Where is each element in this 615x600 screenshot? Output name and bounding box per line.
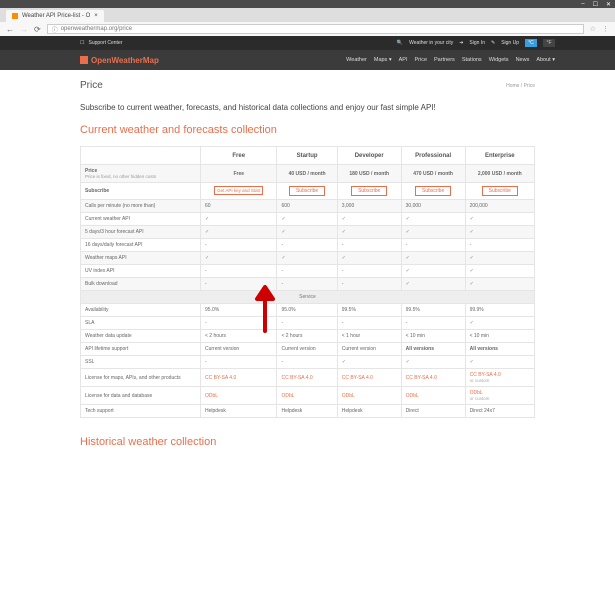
window-titlebar: – ☐ ✕ bbox=[0, 0, 615, 8]
row-price: PricePrice is fixed, no other hidden cos… bbox=[81, 165, 535, 183]
support-bar: ☐ Support Center 🔍 Weather in your city … bbox=[0, 36, 615, 50]
bookmark-icon[interactable]: ☆ bbox=[590, 25, 596, 33]
section-historical: Historical weather collection bbox=[80, 436, 535, 448]
unit-celsius-button[interactable]: °C bbox=[525, 39, 537, 47]
table-row: UV index API---✓✓ bbox=[81, 265, 535, 278]
unit-fahrenheit-button[interactable]: °F bbox=[543, 39, 555, 47]
nav-api[interactable]: API bbox=[399, 57, 408, 63]
favicon-icon bbox=[12, 13, 18, 19]
nav-about[interactable]: About ▾ bbox=[536, 57, 555, 63]
address-bar[interactable]: ⓘ openweathermap.org/price bbox=[47, 24, 584, 34]
intro-text: Subscribe to current weather, forecasts,… bbox=[80, 103, 535, 112]
subscribe-professional-button[interactable]: Subscribe bbox=[415, 186, 451, 196]
breadcrumb-home[interactable]: Home bbox=[506, 83, 519, 89]
logo-icon bbox=[80, 56, 88, 64]
table-row: Weather data update< 2 hours< 2 hours< 1… bbox=[81, 330, 535, 343]
price-startup: 40 USD / month bbox=[277, 165, 337, 183]
section-current-forecasts: Current weather and forecasts collection bbox=[80, 124, 535, 136]
subscribe-developer-button[interactable]: Subscribe bbox=[351, 186, 387, 196]
signin-icon: ➜ bbox=[459, 40, 463, 46]
license-link[interactable]: ODbL bbox=[342, 393, 355, 399]
logo-text: OpenWeatherMap bbox=[91, 56, 159, 65]
get-api-key-button[interactable]: Get API key and Start bbox=[214, 186, 263, 195]
col-blank bbox=[81, 147, 201, 165]
menu-icon[interactable]: ⋮ bbox=[602, 25, 609, 33]
pricing-table: Free Startup Developer Professional Ente… bbox=[80, 146, 535, 418]
nav-partners[interactable]: Partners bbox=[434, 57, 455, 63]
col-professional: Professional bbox=[401, 147, 465, 165]
table-row: SLA----✓ bbox=[81, 317, 535, 330]
breadcrumb-current: Price bbox=[524, 83, 535, 89]
minimize-icon[interactable]: – bbox=[581, 1, 584, 7]
signup-link[interactable]: Sign Up bbox=[501, 40, 519, 46]
url-text: openweathermap.org/price bbox=[61, 26, 132, 32]
nav-stations[interactable]: Stations bbox=[462, 57, 482, 63]
col-free: Free bbox=[201, 147, 277, 165]
tab-title: Weather API Price-list - O bbox=[22, 13, 90, 19]
site-info-icon[interactable]: ⓘ bbox=[52, 25, 58, 34]
license-link[interactable]: CC BY-SA 4.0 bbox=[406, 375, 437, 381]
subscribe-startup-button[interactable]: Subscribe bbox=[289, 186, 325, 196]
row-subscribe: Subscribe Get API key and Start Subscrib… bbox=[81, 183, 535, 200]
search-icon: 🔍 bbox=[397, 40, 403, 46]
nav-news[interactable]: News bbox=[516, 57, 530, 63]
table-row: API lifetime supportCurrent versionCurre… bbox=[81, 343, 535, 356]
license-link[interactable]: ODbL bbox=[205, 393, 218, 399]
price-free: Free bbox=[201, 165, 277, 183]
col-startup: Startup bbox=[277, 147, 337, 165]
price-professional: 470 USD / month bbox=[401, 165, 465, 183]
back-icon[interactable]: ← bbox=[6, 25, 14, 34]
nav-price[interactable]: Price bbox=[414, 57, 427, 63]
subscribe-label: Subscribe bbox=[85, 188, 109, 194]
maximize-icon[interactable]: ☐ bbox=[593, 1, 598, 8]
main-nav: OpenWeatherMap Weather Maps ▾ API Price … bbox=[0, 50, 615, 70]
table-row: Bulk download---✓✓ bbox=[81, 278, 535, 291]
browser-toolbar: ← → ⟳ ⓘ openweathermap.org/price ☆ ⋮ bbox=[0, 22, 615, 36]
row-license-data: License for data and database ODbL ODbL … bbox=[81, 387, 535, 405]
license-link[interactable]: CC BY-SA 4.0 bbox=[342, 375, 373, 381]
table-row: 5 days/3 hour forecast API✓✓✓✓✓ bbox=[81, 226, 535, 239]
col-developer: Developer bbox=[337, 147, 401, 165]
nav-maps[interactable]: Maps ▾ bbox=[374, 57, 392, 63]
col-enterprise: Enterprise bbox=[465, 147, 534, 165]
license-link[interactable]: ODbL bbox=[281, 393, 294, 399]
row-license-maps: License for maps, APIs, and other produc… bbox=[81, 369, 535, 387]
price-note: Price is fixed, no other hidden costs bbox=[85, 174, 196, 179]
support-icon: ☐ bbox=[80, 40, 84, 46]
page-content: ☐ Support Center 🔍 Weather in your city … bbox=[0, 36, 615, 600]
nav-weather[interactable]: Weather bbox=[346, 57, 367, 63]
signup-icon: ✎ bbox=[491, 40, 495, 46]
row-tech-support: Tech support Helpdesk Helpdesk Helpdesk … bbox=[81, 405, 535, 418]
license-link[interactable]: CC BY-SA 4.0 bbox=[205, 375, 236, 381]
service-divider: Service bbox=[81, 291, 535, 304]
page-title: Price bbox=[80, 80, 103, 91]
license-link[interactable]: CC BY-SA 4.0 bbox=[281, 375, 312, 381]
license-link[interactable]: ODbL bbox=[406, 393, 419, 399]
close-icon[interactable]: ✕ bbox=[606, 1, 611, 8]
breadcrumb: Home / Price bbox=[506, 83, 535, 89]
logo[interactable]: OpenWeatherMap bbox=[80, 56, 159, 65]
price-enterprise: 2,000 USD / month bbox=[465, 165, 534, 183]
table-row: 16 days/daily forecast API----- bbox=[81, 239, 535, 252]
table-row: Calls per minute (no more than)606003,00… bbox=[81, 200, 535, 213]
support-center-link[interactable]: Support Center bbox=[88, 40, 122, 46]
forward-icon[interactable]: → bbox=[20, 25, 28, 34]
nav-widgets[interactable]: Widgets bbox=[489, 57, 509, 63]
table-row: Weather maps API✓✓✓✓✓ bbox=[81, 252, 535, 265]
table-row: Current weather API✓✓✓✓✓ bbox=[81, 213, 535, 226]
subscribe-enterprise-button[interactable]: Subscribe bbox=[482, 186, 518, 196]
reload-icon[interactable]: ⟳ bbox=[34, 25, 41, 34]
browser-tab-strip: Weather API Price-list - O × bbox=[0, 8, 615, 22]
price-developer: 180 USD / month bbox=[337, 165, 401, 183]
tab-close-icon[interactable]: × bbox=[94, 13, 98, 19]
table-row: Availability95.0%95.0%99.5%99.5%99.9% bbox=[81, 304, 535, 317]
table-row: SSL--✓✓✓ bbox=[81, 356, 535, 369]
browser-tab[interactable]: Weather API Price-list - O × bbox=[6, 10, 104, 22]
weather-city-link[interactable]: Weather in your city bbox=[409, 40, 453, 46]
signin-link[interactable]: Sign In bbox=[469, 40, 485, 46]
